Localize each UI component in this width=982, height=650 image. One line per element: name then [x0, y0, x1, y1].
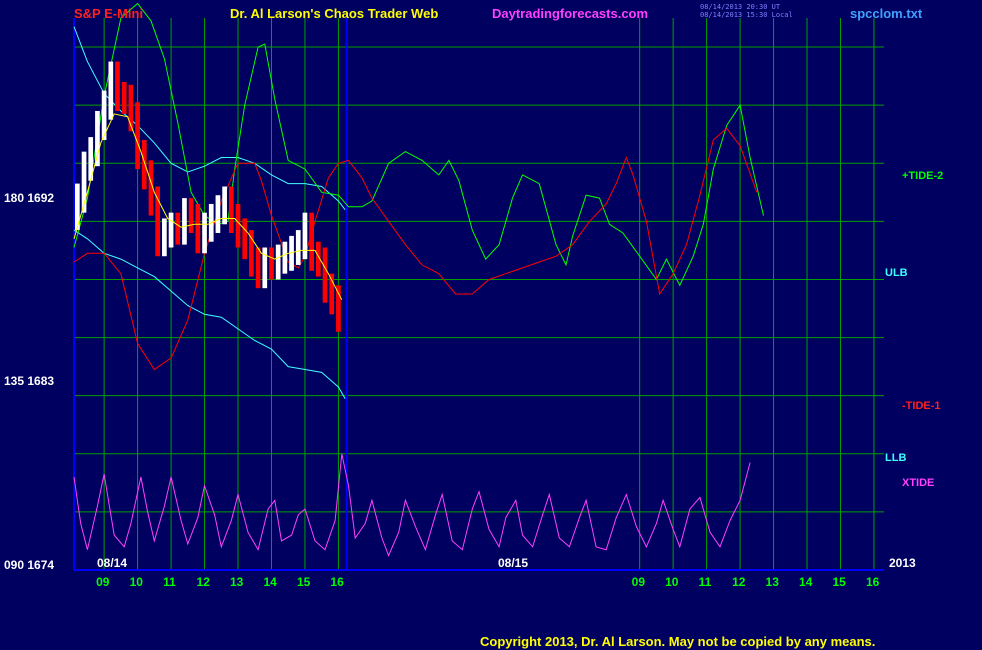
- price-bar: [322, 247, 328, 303]
- date-label-0814: 08/14: [97, 556, 128, 570]
- x-tick-label: 12: [732, 575, 746, 589]
- price-bar: [108, 61, 114, 120]
- x-tick-label: 09: [96, 575, 110, 589]
- x-tick-label: 09: [631, 575, 646, 589]
- price-bar: [235, 203, 241, 248]
- series-xtide: [73, 453, 751, 557]
- x-tick-label: 15: [296, 575, 311, 589]
- price-bar: [295, 230, 301, 265]
- price-bar: [202, 212, 207, 254]
- x-tick-label: 10: [665, 575, 679, 589]
- x-tick-label: 11: [698, 575, 712, 589]
- x-tick-label: 13: [765, 575, 779, 589]
- series-ulb: [73, 26, 346, 211]
- price-bar: [249, 230, 254, 277]
- x-tick-label: 10: [129, 575, 143, 589]
- x-tick-label: 12: [196, 575, 210, 589]
- label-xtide: XTIDE: [902, 477, 935, 489]
- price-bar: [228, 186, 234, 233]
- chart-symbol: S&P E-Mini: [74, 6, 144, 21]
- data-filename: spcclom.txt: [850, 6, 923, 21]
- x-tick-label: 15: [832, 575, 846, 589]
- price-bar: [115, 61, 120, 111]
- x-tick-label: 13: [230, 575, 244, 589]
- timestamp-ut: 08/14/2013 20:30 UT: [700, 3, 781, 11]
- x-tick-label: 14: [799, 575, 813, 589]
- site-title: Dr. Al Larson's Chaos Trader Web: [230, 6, 439, 21]
- x-tick-label: 11: [163, 575, 176, 589]
- y-label-1674: 090 1674: [4, 558, 55, 572]
- price-bar: [95, 110, 100, 167]
- price-bar: [215, 195, 221, 233]
- price-bar: [155, 186, 161, 257]
- series-tide-1: [73, 127, 758, 371]
- series-average: [73, 113, 343, 301]
- date-label-year: 2013: [889, 556, 916, 570]
- y-label-1683: 135 1683: [4, 374, 55, 388]
- date-label-0815: 08/15: [498, 556, 529, 570]
- y-label-1692: 180 1692: [4, 191, 55, 205]
- price-bar: [182, 198, 187, 245]
- price-bar: [275, 244, 281, 280]
- label-llb: LLB: [885, 452, 907, 464]
- price-bar: [188, 198, 194, 233]
- price-bar: [141, 140, 147, 190]
- price-bar: [162, 218, 167, 257]
- price-bar: [302, 212, 308, 260]
- price-bar: [309, 212, 314, 271]
- site-url: Daytradingforecasts.com: [492, 6, 649, 21]
- price-bar: [242, 218, 248, 260]
- price-bar: [121, 81, 127, 114]
- label-tide2: +TIDE-2: [902, 170, 944, 182]
- x-tick-label: 14: [263, 575, 277, 589]
- price-bar: [282, 241, 288, 274]
- x-tick-label: 16: [330, 575, 344, 589]
- price-bar: [269, 247, 274, 280]
- price-bar: [255, 247, 261, 289]
- copyright-notice: Copyright 2013, Dr. Al Larson. May not b…: [480, 634, 876, 649]
- price-bar: [135, 102, 140, 170]
- x-tick-label: 16: [865, 575, 880, 589]
- label-tide1: -TIDE-1: [902, 400, 941, 412]
- price-bar: [168, 212, 174, 248]
- price-chart: [73, 2, 884, 571]
- chart-grid: [73, 18, 884, 571]
- price-bar: [175, 212, 181, 245]
- label-ulb: ULB: [885, 267, 908, 279]
- timestamp-local: 08/14/2013 15:30 Local: [700, 11, 793, 19]
- price-bar: [195, 203, 201, 254]
